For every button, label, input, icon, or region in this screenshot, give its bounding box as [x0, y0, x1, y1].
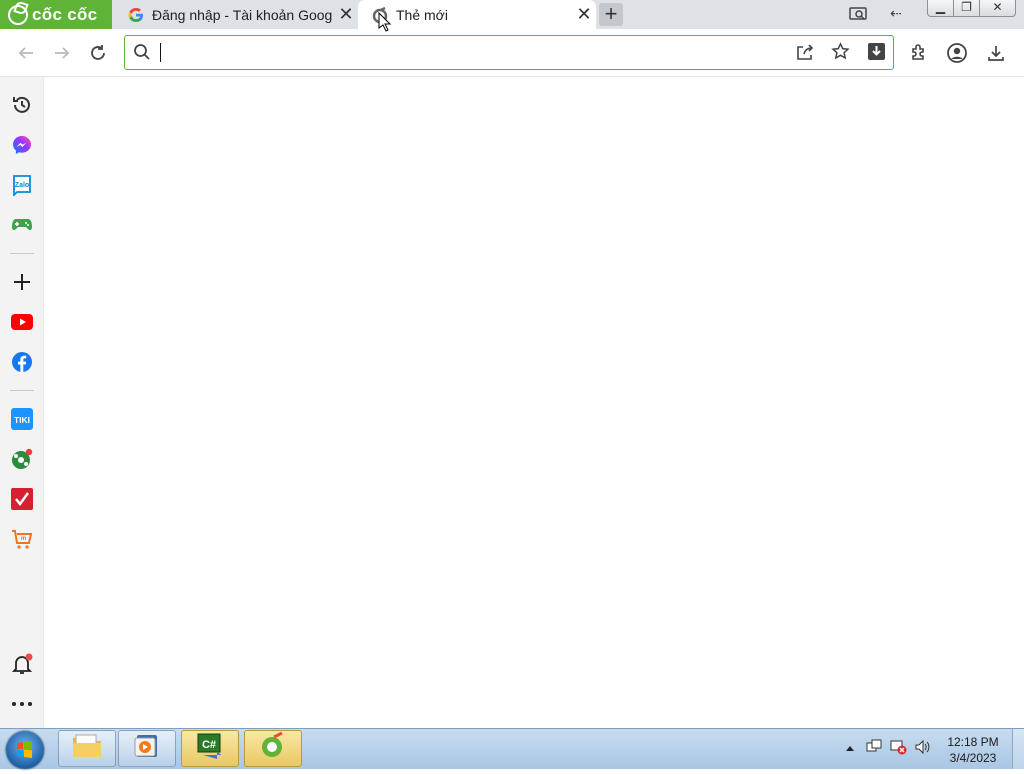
coccoc-logo-icon	[8, 4, 28, 25]
zalo-icon[interactable]: Zalo	[11, 174, 33, 196]
messenger-icon[interactable]	[11, 134, 33, 156]
extensions-icon[interactable]	[905, 39, 933, 67]
text-caret	[160, 43, 161, 62]
bookmark-star-icon[interactable]	[831, 42, 850, 66]
svg-text:TIKI: TIKI	[14, 415, 30, 425]
history-icon[interactable]	[11, 94, 33, 116]
close-tab-icon[interactable]: ✕	[572, 4, 596, 25]
shopping-cart-icon[interactable]: m	[11, 528, 33, 550]
show-desktop-button[interactable]	[1012, 729, 1024, 769]
coccoc-brand-button[interactable]: cốc cốc	[0, 0, 112, 29]
tab-strip: cốc cốc Đăng nhập - Tài khoản Goog ✕ Thẻ…	[0, 0, 1024, 29]
taskbar-coccoc-browser[interactable]	[244, 730, 302, 767]
more-icon[interactable]	[11, 693, 33, 715]
google-icon	[128, 7, 144, 23]
sidebar-divider	[10, 390, 34, 391]
media-player-icon	[134, 733, 160, 764]
clock-date: 3/4/2023	[949, 751, 997, 765]
toolbar	[0, 29, 1024, 77]
system-clock[interactable]: 12:18 PM 3/4/2023	[940, 734, 1006, 766]
taskbar: C# 12:18 PM 3/4/2023	[0, 728, 1024, 769]
close-tab-icon[interactable]: ✕	[334, 4, 358, 25]
tab-new-tab[interactable]: Thẻ mới ✕	[358, 0, 596, 29]
tab-title: Đăng nhập - Tài khoản Goog	[152, 6, 333, 23]
clock-time: 12:18 PM	[947, 735, 999, 749]
volume-icon[interactable]	[914, 739, 932, 758]
profile-icon[interactable]	[943, 39, 971, 67]
tab-title: Thẻ mới	[396, 6, 448, 23]
tab-google-login[interactable]: Đăng nhập - Tài khoản Goog ✕	[114, 0, 358, 29]
add-icon[interactable]	[11, 271, 33, 293]
show-hidden-icons-icon[interactable]	[845, 741, 855, 755]
checklist-icon[interactable]	[11, 488, 33, 510]
game-icon[interactable]	[11, 214, 33, 236]
csharp-app-icon: C#	[195, 733, 225, 764]
file-explorer-icon	[71, 733, 103, 764]
notification-bell-icon[interactable]	[11, 653, 33, 675]
minimize-button[interactable]: ▁	[927, 0, 954, 17]
close-window-button[interactable]: ✕	[979, 0, 1016, 17]
tiki-icon[interactable]: TIKI	[11, 408, 33, 430]
sidebar-divider	[10, 253, 34, 254]
restore-button[interactable]: ❐	[953, 0, 980, 17]
address-bar[interactable]	[124, 35, 894, 70]
taskbar-media-player[interactable]	[118, 730, 176, 767]
downloads-icon[interactable]	[982, 39, 1010, 67]
new-tab-button[interactable]: +	[599, 3, 623, 26]
taskbar-csharp-app[interactable]: C#	[181, 730, 239, 767]
share-icon[interactable]	[795, 43, 815, 66]
coccoc-browser-icon	[259, 731, 287, 765]
start-button[interactable]	[6, 731, 44, 769]
taskbar-file-explorer[interactable]	[58, 730, 116, 767]
facebook-icon[interactable]	[11, 351, 33, 373]
mouse-cursor-icon	[378, 11, 392, 37]
back-icon[interactable]	[12, 39, 40, 67]
svg-text:Zalo: Zalo	[15, 182, 29, 189]
tab-list-arrows-icon[interactable]: ⇠	[890, 5, 902, 22]
page-content	[44, 77, 1024, 728]
savior-download-icon[interactable]	[867, 42, 886, 66]
reload-icon[interactable]	[84, 39, 112, 67]
network-disconnected-icon[interactable]	[890, 739, 908, 758]
brand-label: cốc cốc	[32, 4, 98, 24]
address-input[interactable]	[157, 39, 781, 67]
tab-search-icon[interactable]	[849, 5, 869, 23]
svg-text:C#: C#	[202, 739, 216, 751]
action-center-icon[interactable]	[866, 739, 882, 758]
search-icon	[133, 43, 151, 66]
sidebar: Zalo TIKI m	[0, 77, 44, 728]
youtube-icon[interactable]	[11, 311, 33, 333]
svg-text:m: m	[21, 536, 26, 542]
football-icon[interactable]	[11, 448, 33, 470]
forward-icon[interactable]	[48, 39, 76, 67]
